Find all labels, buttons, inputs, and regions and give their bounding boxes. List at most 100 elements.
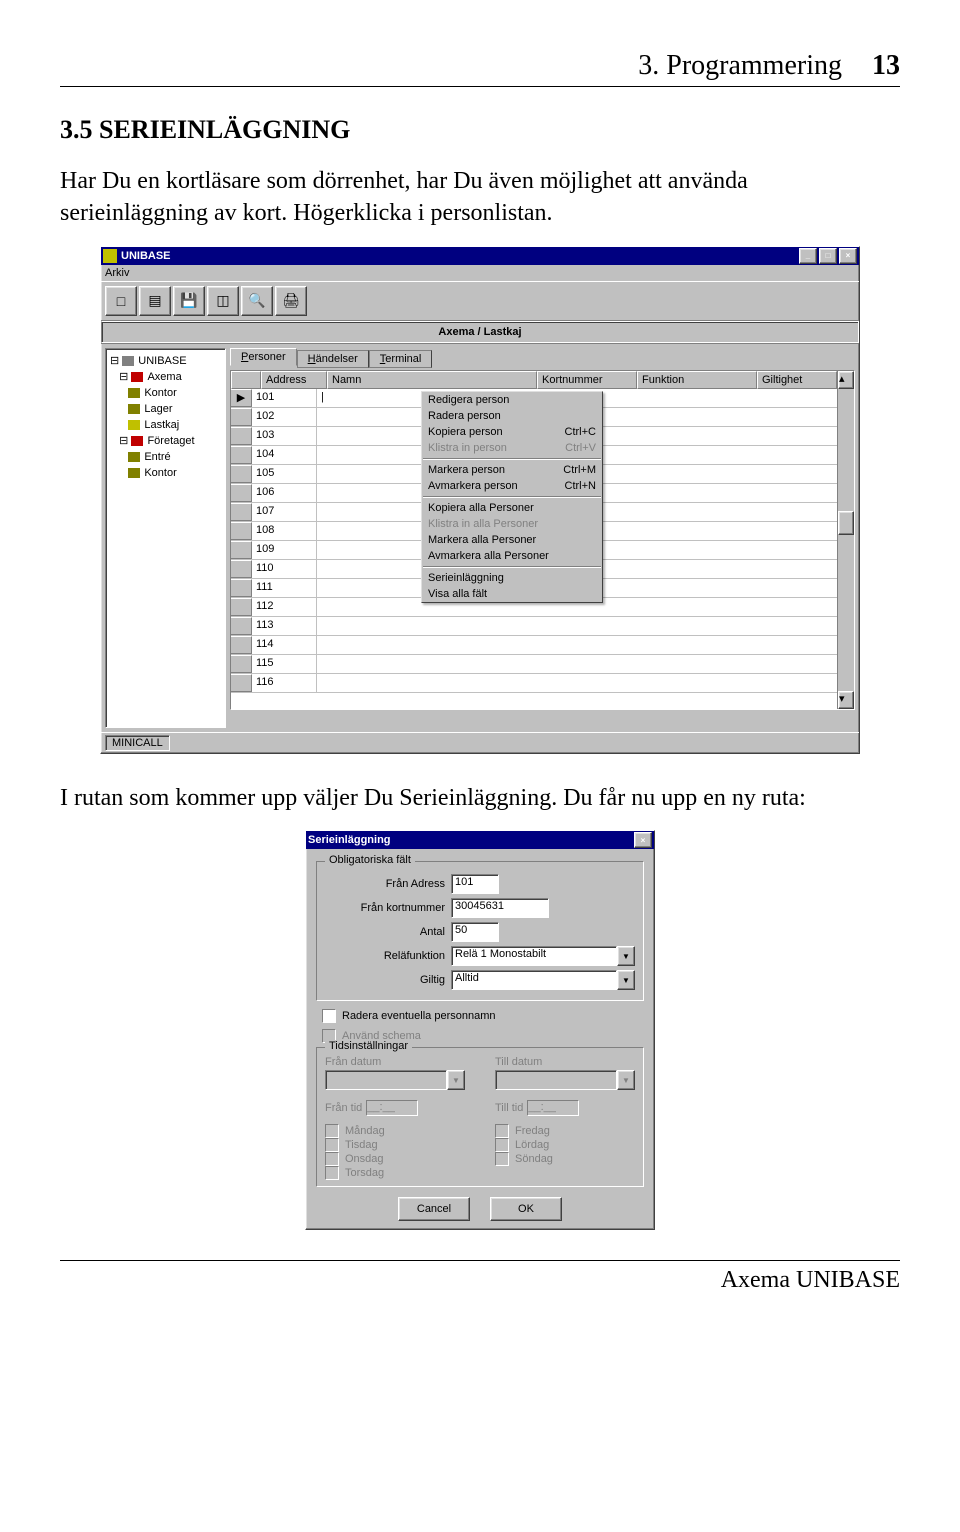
to-date-dropdown: ▼ (617, 1070, 635, 1090)
checkbox-day: Söndag (495, 1152, 635, 1166)
tabstrip: PersonerHändelserTerminal (230, 348, 855, 366)
header-page-number: 13 (872, 50, 900, 82)
label-relay: Reläfunktion (325, 950, 451, 962)
input-to-time: __:__ (527, 1100, 579, 1116)
tree-node[interactable]: Lastkaj (110, 417, 221, 433)
tab-personer[interactable]: Personer (230, 348, 297, 366)
fieldset-time: Tidsinställningar Från datum ▼ Till datu… (316, 1047, 644, 1187)
column-header[interactable]: Address (261, 371, 327, 389)
menu-item: Klistra in alla Personer (422, 516, 602, 532)
menu-item[interactable]: Markera alla Personer (422, 532, 602, 548)
tree-node[interactable]: Kontor (110, 385, 221, 401)
toolbar-button-3[interactable]: ◫ (207, 286, 239, 316)
tree-node[interactable]: Kontor (110, 465, 221, 481)
header-title: 3. Programmering (638, 50, 842, 82)
combo-relay-dropdown[interactable]: ▼ (617, 946, 635, 966)
toolbar-button-1[interactable]: ▤ (139, 286, 171, 316)
combo-valid[interactable]: Alltid (451, 970, 617, 990)
input-from-address[interactable]: 101 (451, 874, 499, 894)
table-row[interactable]: 113 (231, 617, 837, 636)
toolbar-button-5[interactable]: 🖨 (275, 286, 307, 316)
dialog-close-button[interactable]: × (634, 832, 652, 848)
input-from-time: __:__ (366, 1100, 418, 1116)
menubar[interactable]: Arkiv (101, 265, 859, 281)
pane-title: Axema / Lastkaj (438, 326, 521, 338)
section-heading: 3.5 SERIEINLÄGGNING (60, 115, 900, 145)
vertical-scrollbar[interactable]: ▴ ▾ (837, 371, 854, 709)
tab-händelser[interactable]: Händelser (297, 350, 369, 368)
scroll-down-button[interactable]: ▾ (838, 691, 854, 709)
label-valid: Giltig (325, 974, 451, 986)
status-bar: MINICALL (105, 735, 170, 751)
menu-item[interactable]: Radera person (422, 408, 602, 424)
toolbar: □▤💾◫🔍🖨 (101, 281, 859, 321)
maximize-button[interactable]: □ (819, 248, 837, 264)
menu-item[interactable]: Kopiera alla Personer (422, 500, 602, 516)
checkbox-day: Fredag (495, 1124, 635, 1138)
tree-node[interactable]: Entré (110, 449, 221, 465)
tree-node[interactable]: Lager (110, 401, 221, 417)
label-from-card: Från kortnummer (325, 902, 451, 914)
input-from-card[interactable]: 30045631 (451, 898, 549, 918)
paragraph-intro: Har Du en kortläsare som dörrenhet, har … (60, 165, 900, 230)
column-header[interactable]: Funktion (637, 371, 757, 389)
column-header[interactable]: Giltighet (757, 371, 837, 389)
scroll-thumb[interactable] (838, 511, 854, 535)
combo-valid-dropdown[interactable]: ▼ (617, 970, 635, 990)
column-header[interactable] (231, 371, 261, 389)
checkbox-day: Tisdag (325, 1138, 465, 1152)
close-button[interactable]: × (839, 248, 857, 264)
person-grid[interactable]: AddressNamnKortnummerFunktionGiltighet ▶… (230, 370, 855, 710)
screenshot-unibase-window: UNIBASE _ □ × Arkiv □▤💾◫🔍🖨 Axema / Lastk… (100, 246, 860, 754)
checkbox-day: Måndag (325, 1124, 465, 1138)
tree-view[interactable]: ⊟ UNIBASE ⊟ Axema Kontor Lager Lastkaj ⊟… (105, 348, 226, 728)
tree-node[interactable]: ⊟ UNIBASE (110, 353, 221, 369)
checkbox-day: Torsdag (325, 1166, 465, 1180)
dialog-titlebar[interactable]: Serieinläggning × (306, 831, 654, 849)
tree-node[interactable]: ⊟ Axema (110, 369, 221, 385)
menu-item[interactable]: Avmarkera personCtrl+N (422, 478, 602, 494)
screenshot-serie-dialog: Serieinläggning × Obligatoriska fält Frå… (305, 830, 655, 1230)
label-to-date: Till datum (495, 1056, 635, 1068)
label-from-address: Från Adress (325, 878, 451, 890)
ok-button[interactable]: OK (490, 1197, 562, 1221)
label-count: Antal (325, 926, 451, 938)
checkbox-day: Lördag (495, 1138, 635, 1152)
input-count[interactable]: 50 (451, 922, 499, 942)
table-row[interactable]: 114 (231, 636, 837, 655)
menu-item[interactable]: Avmarkera alla Personer (422, 548, 602, 564)
table-row[interactable]: 116 (231, 674, 837, 693)
menu-item[interactable]: Kopiera personCtrl+C (422, 424, 602, 440)
paragraph-mid: I rutan som kommer upp väljer Du Seriein… (60, 782, 900, 814)
toolbar-button-2[interactable]: 💾 (173, 286, 205, 316)
menu-item[interactable]: Visa alla fält (422, 586, 602, 602)
checkbox-delete-names[interactable]: Radera eventuella personnamn (322, 1009, 644, 1023)
app-icon (103, 249, 117, 263)
cancel-button[interactable]: Cancel (398, 1197, 470, 1221)
menu-item[interactable]: Serieinläggning (422, 570, 602, 586)
minimize-button[interactable]: _ (799, 248, 817, 264)
fieldset-time-legend: Tidsinställningar (325, 1040, 412, 1052)
column-header[interactable]: Kortnummer (537, 371, 637, 389)
table-row[interactable]: 115 (231, 655, 837, 674)
scroll-up-button[interactable]: ▴ (838, 371, 854, 389)
checkbox-day: Onsdag (325, 1152, 465, 1166)
tab-terminal[interactable]: Terminal (369, 350, 433, 368)
window-titlebar[interactable]: UNIBASE _ □ × (101, 247, 859, 265)
from-date-dropdown: ▼ (447, 1070, 465, 1090)
context-menu[interactable]: Redigera personRadera personKopiera pers… (421, 391, 603, 603)
menu-item[interactable]: Redigera person (422, 392, 602, 408)
toolbar-button-4[interactable]: 🔍 (241, 286, 273, 316)
page-header: 3. Programmering 13 (60, 50, 900, 87)
tree-node[interactable]: ⊟ Företaget (110, 433, 221, 449)
combo-relay[interactable]: Relä 1 Monostabilt (451, 946, 617, 966)
label-from-date: Från datum (325, 1056, 465, 1068)
menu-item[interactable]: Markera personCtrl+M (422, 462, 602, 478)
toolbar-button-0[interactable]: □ (105, 286, 137, 316)
page-footer: Axema UNIBASE (60, 1260, 900, 1294)
column-header[interactable]: Namn (327, 371, 537, 389)
menu-arkiv[interactable]: Arkiv (105, 267, 129, 279)
label-from-time: Från tid (325, 1102, 362, 1114)
fieldset-mandatory-legend: Obligatoriska fält (325, 854, 415, 866)
label-to-time: Till tid (495, 1102, 523, 1114)
